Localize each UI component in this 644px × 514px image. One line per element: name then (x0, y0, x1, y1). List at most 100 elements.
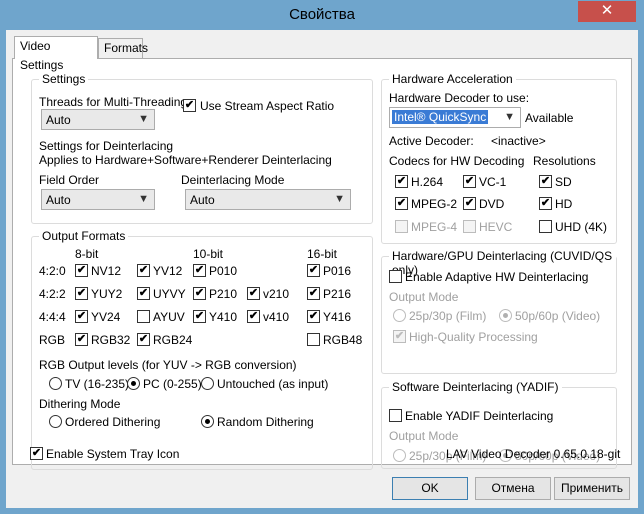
yv12-checkbox[interactable]: ✔ (137, 264, 150, 277)
y410-checkbox[interactable]: ✔ (193, 310, 206, 323)
sw-output-mode-label: Output Mode (389, 429, 459, 443)
tray-icon-label: Enable System Tray Icon (46, 447, 180, 461)
mpeg4-checkbox[interactable] (395, 220, 408, 233)
v210-checkbox[interactable]: ✔ (247, 287, 260, 300)
field-order-label: Field Order (39, 173, 100, 187)
tab-label: Video Settings (20, 39, 64, 72)
untouched-label: Untouched (as input) (217, 377, 329, 391)
p210-label: P210 (209, 287, 238, 301)
rgb24-checkbox[interactable]: ✔ (137, 333, 150, 346)
title-bar[interactable]: Свойства ✕ (0, 0, 644, 30)
h264-checkbox[interactable]: ✔ (395, 175, 408, 188)
p210-checkbox[interactable]: ✔ (193, 287, 206, 300)
decoder-select[interactable]: Intel® QuickSync ▼ (389, 107, 521, 128)
chevron-down-icon: ▼ (334, 193, 345, 205)
chevron-down-icon: ▼ (138, 113, 149, 125)
tab-formats[interactable]: Formats (98, 38, 148, 58)
yuy2-label: YUY2 (91, 287, 123, 301)
hw-film-radio[interactable] (393, 309, 406, 322)
tab-video-settings[interactable]: Video Settings (14, 36, 98, 72)
p216-checkbox[interactable]: ✔ (307, 287, 320, 300)
mpeg2-checkbox[interactable]: ✔ (395, 197, 408, 210)
random-dithering-radio[interactable] (201, 415, 214, 428)
y416-checkbox[interactable]: ✔ (307, 310, 320, 323)
col-10bit-label: 10-bit (193, 247, 224, 261)
rgb24-label: RGB24 (153, 333, 193, 347)
untouched-radio[interactable] (201, 377, 214, 390)
version-label: LAV Video Decoder 0.65.0.18-git (446, 447, 621, 461)
field-order-value: Auto (46, 193, 71, 207)
p016-checkbox[interactable]: ✔ (307, 264, 320, 277)
uyvy-checkbox[interactable]: ✔ (137, 287, 150, 300)
sd-checkbox[interactable]: ✔ (539, 175, 552, 188)
field-order-select[interactable]: Auto ▼ (41, 189, 155, 210)
uhd-checkbox[interactable] (539, 220, 552, 233)
ordered-dithering-label: Ordered Dithering (65, 415, 161, 429)
hw-hq-checkbox[interactable]: ✔ (393, 330, 406, 343)
deint-mode-label: Deinterlacing Mode (181, 173, 285, 187)
hw-film-label: 25p/30p (Film) (409, 309, 487, 323)
tv-range-label: TV (16-235) (65, 377, 130, 391)
hwaccel-group-title: Hardware Acceleration (389, 72, 516, 86)
rgb32-label: RGB32 (91, 333, 131, 347)
output-formats-title: Output Formats (39, 229, 129, 243)
stream-aspect-label: Use Stream Aspect Ratio (200, 99, 335, 113)
codecs-label: Codecs for HW Decoding (389, 154, 525, 168)
chevron-down-icon: ▼ (504, 111, 515, 123)
threads-select[interactable]: Auto ▼ (41, 109, 155, 130)
deint-mode-value: Auto (190, 193, 215, 207)
hevc-label: HEVC (479, 220, 513, 234)
dvd-checkbox[interactable]: ✔ (463, 197, 476, 210)
uyvy-label: UYVY (153, 287, 186, 301)
sw-film-radio[interactable] (393, 449, 406, 462)
row-444-label: 4:4:4 (39, 310, 66, 324)
hw-deint-enable-label: Enable Adaptive HW Deinterlacing (405, 270, 589, 284)
hd-checkbox[interactable]: ✔ (539, 197, 552, 210)
dvd-label: DVD (479, 197, 505, 211)
hd-label: HD (555, 197, 573, 211)
cancel-button[interactable]: Отмена (475, 477, 551, 500)
nv12-checkbox[interactable]: ✔ (75, 264, 88, 277)
rgb32-checkbox[interactable]: ✔ (75, 333, 88, 346)
pc-range-radio[interactable] (127, 377, 140, 390)
tray-icon-checkbox[interactable]: ✔ (30, 447, 43, 460)
sd-label: SD (555, 175, 572, 189)
hw-hq-label: High-Quality Processing (409, 330, 538, 344)
ayuv-checkbox[interactable] (137, 310, 150, 323)
v210-label: v210 (263, 287, 290, 301)
sw-deint-group-title: Software Deinterlacing (YADIF) (389, 380, 562, 394)
close-icon: ✕ (600, 2, 614, 19)
close-button[interactable]: ✕ (578, 1, 636, 22)
active-decoder-label: Active Decoder: (389, 134, 474, 148)
random-dithering-label: Random Dithering (217, 415, 314, 429)
decoder-value: Intel® QuickSync (392, 110, 489, 124)
nv12-label: NV12 (91, 264, 122, 278)
y410-label: Y410 (209, 310, 238, 324)
ok-button[interactable]: OK (392, 477, 468, 500)
tv-range-radio[interactable] (49, 377, 62, 390)
apply-button[interactable]: Применить (554, 477, 630, 500)
y416-label: Y416 (323, 310, 352, 324)
rgb48-checkbox[interactable] (307, 333, 320, 346)
yv12-label: YV12 (153, 264, 183, 278)
row-420-label: 4:2:0 (39, 264, 66, 278)
yuy2-checkbox[interactable]: ✔ (75, 287, 88, 300)
stream-aspect-checkbox[interactable]: ✔ (183, 99, 196, 112)
row-422-label: 4:2:2 (39, 287, 66, 301)
p016-label: P016 (323, 264, 352, 278)
hevc-checkbox[interactable] (463, 220, 476, 233)
yv24-checkbox[interactable]: ✔ (75, 310, 88, 323)
ordered-dithering-radio[interactable] (49, 415, 62, 428)
dialog-window: Свойства ✕ Video Settings Formats Settin… (0, 0, 644, 514)
p010-checkbox[interactable]: ✔ (193, 264, 206, 277)
hw-deint-enable-checkbox[interactable] (389, 270, 402, 283)
deint-mode-select[interactable]: Auto ▼ (185, 189, 351, 210)
mpeg2-label: MPEG-2 (411, 197, 458, 211)
chevron-down-icon: ▼ (138, 193, 149, 205)
yadif-enable-label: Enable YADIF Deinterlacing (405, 409, 554, 423)
hw-video-radio[interactable] (499, 309, 512, 322)
col-16bit-label: 16-bit (307, 247, 338, 261)
vc1-checkbox[interactable]: ✔ (463, 175, 476, 188)
v410-checkbox[interactable]: ✔ (247, 310, 260, 323)
yadif-enable-checkbox[interactable] (389, 409, 402, 422)
